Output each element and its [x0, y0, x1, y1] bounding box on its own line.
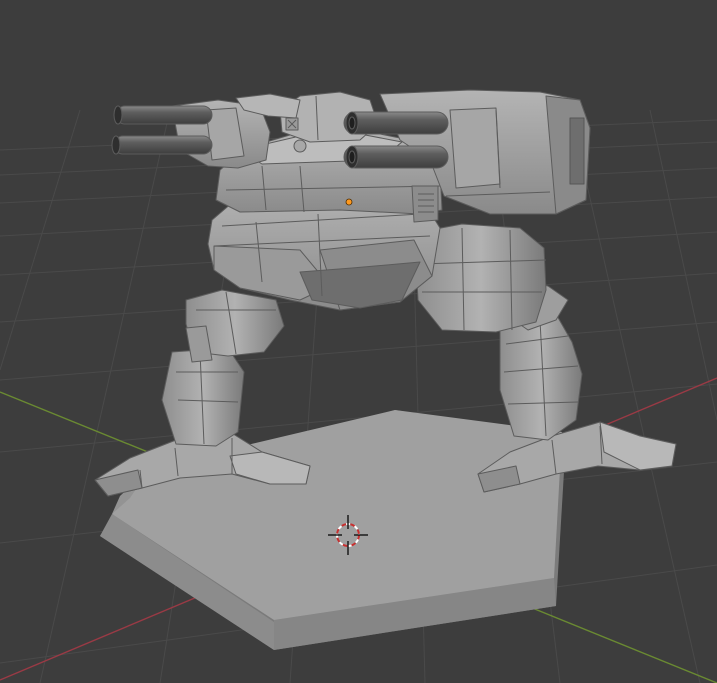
viewport-canvas[interactable]	[0, 0, 717, 683]
object-origin-dot-icon[interactable]	[345, 198, 353, 206]
left-leg	[161, 289, 285, 447]
3d-viewport[interactable]	[0, 0, 717, 683]
